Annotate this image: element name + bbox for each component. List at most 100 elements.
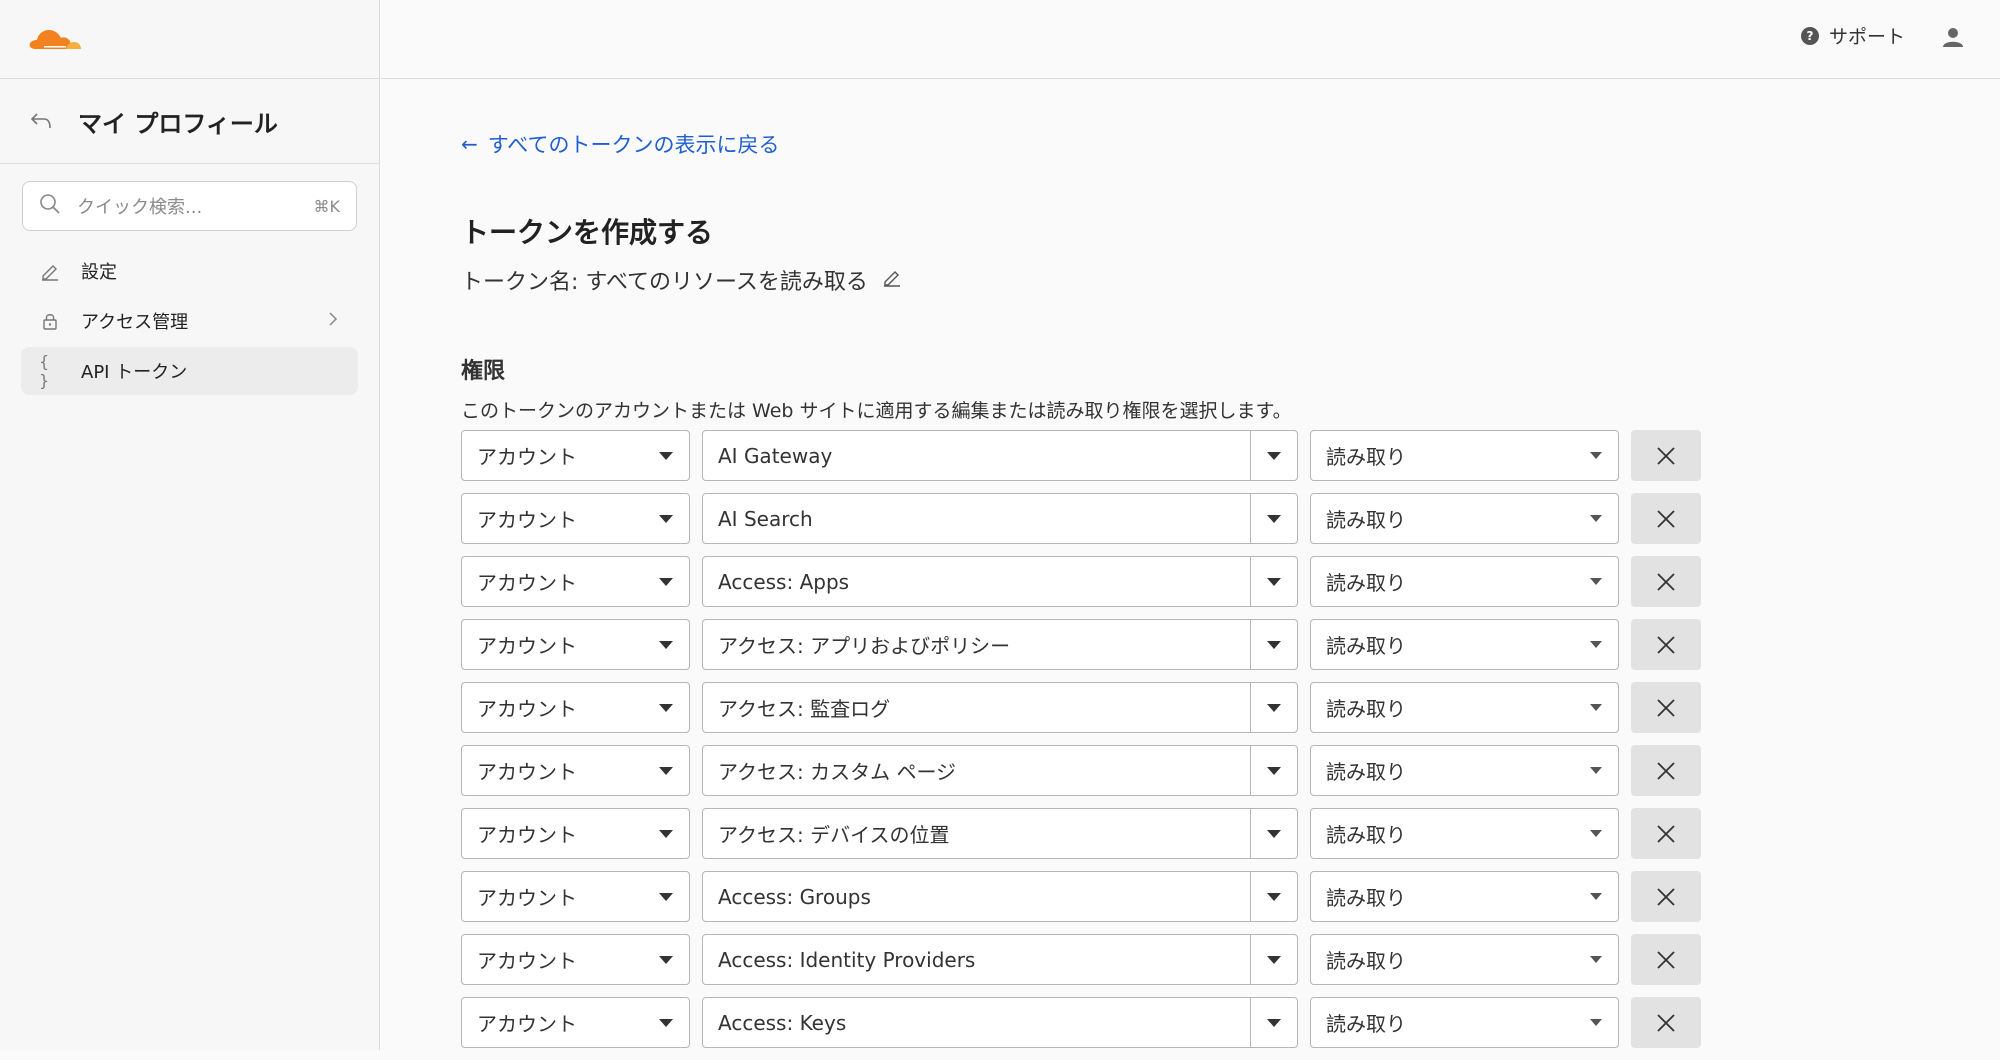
- caret-down-icon: [1590, 452, 1602, 459]
- remove-row-button[interactable]: [1631, 997, 1701, 1048]
- sidebar-item-api-tokens[interactable]: { } API トークン: [21, 347, 358, 395]
- caret-down-icon: [659, 451, 673, 460]
- resource-dropdown-toggle[interactable]: [1250, 998, 1297, 1047]
- permission-select[interactable]: 読み取り: [1310, 682, 1619, 733]
- permission-value: 読み取り: [1326, 823, 1406, 847]
- caret-down-icon: [659, 640, 673, 649]
- remove-row-button[interactable]: [1631, 934, 1701, 985]
- resource-select[interactable]: アクセス: 監査ログ: [702, 682, 1298, 733]
- permission-select[interactable]: 読み取り: [1310, 619, 1619, 670]
- resource-select[interactable]: アクセス: アプリおよびポリシー: [702, 619, 1298, 670]
- caret-down-icon: [1590, 515, 1602, 522]
- resource-select[interactable]: Access: Apps: [702, 556, 1298, 607]
- close-icon: [1657, 887, 1675, 906]
- remove-row-button[interactable]: [1631, 619, 1701, 670]
- permission-select[interactable]: 読み取り: [1310, 556, 1619, 607]
- resource-dropdown-toggle[interactable]: [1250, 809, 1297, 858]
- sidebar-item-label: アクセス管理: [81, 312, 189, 333]
- back-link-label: すべてのトークンの表示に戻る: [487, 133, 780, 157]
- scope-select[interactable]: アカウント: [461, 682, 690, 733]
- sidebar-item-settings[interactable]: 設定: [21, 247, 358, 295]
- caret-down-icon: [1590, 578, 1602, 585]
- resource-dropdown-toggle[interactable]: [1250, 746, 1297, 795]
- caret-down-icon: [1590, 641, 1602, 648]
- support-link[interactable]: ? サポート: [1800, 22, 1905, 49]
- resource-dropdown-toggle[interactable]: [1250, 557, 1297, 606]
- scope-select[interactable]: アカウント: [461, 745, 690, 796]
- permission-select[interactable]: 読み取り: [1310, 430, 1619, 481]
- resource-dropdown-toggle[interactable]: [1250, 620, 1297, 669]
- search-placeholder: クイック検索...: [77, 197, 203, 218]
- resource-select[interactable]: アクセス: デバイスの位置: [702, 808, 1298, 859]
- resource-dropdown-toggle[interactable]: [1250, 431, 1297, 480]
- scope-select[interactable]: アカウント: [461, 934, 690, 985]
- remove-row-button[interactable]: [1631, 745, 1701, 796]
- caret-down-icon: [1267, 766, 1281, 775]
- resource-value: Access: Keys: [718, 1010, 847, 1035]
- back-to-tokens-link[interactable]: ← すべてのトークンの表示に戻る: [461, 129, 779, 159]
- resource-select[interactable]: AI Gateway: [702, 430, 1298, 481]
- caret-down-icon: [659, 892, 673, 901]
- permission-select[interactable]: 読み取り: [1310, 871, 1619, 922]
- remove-row-button[interactable]: [1631, 871, 1701, 922]
- scope-select[interactable]: アカウント: [461, 808, 690, 859]
- support-label: サポート: [1828, 26, 1905, 48]
- sidebar-item-label: 設定: [81, 262, 117, 283]
- remove-row-button[interactable]: [1631, 682, 1701, 733]
- scope-select[interactable]: アカウント: [461, 997, 690, 1048]
- resource-dropdown-toggle[interactable]: [1250, 872, 1297, 921]
- scope-select[interactable]: アカウント: [461, 493, 690, 544]
- caret-down-icon: [1590, 767, 1602, 774]
- resource-dropdown-toggle[interactable]: [1250, 494, 1297, 543]
- remove-row-button[interactable]: [1631, 808, 1701, 859]
- scope-value: アカウント: [477, 697, 577, 721]
- scope-value: アカウント: [477, 823, 577, 847]
- scope-select[interactable]: アカウント: [461, 619, 690, 670]
- search-icon: [39, 193, 61, 219]
- remove-row-button[interactable]: [1631, 556, 1701, 607]
- permission-select[interactable]: 読み取り: [1310, 745, 1619, 796]
- logo-bar: [0, 0, 379, 79]
- quick-search-input[interactable]: クイック検索... ⌘K: [22, 181, 357, 231]
- permission-value: 読み取り: [1326, 508, 1406, 532]
- resource-select[interactable]: AI Search: [702, 493, 1298, 544]
- resource-select[interactable]: Access: Keys: [702, 997, 1298, 1048]
- resource-dropdown-toggle[interactable]: [1250, 935, 1297, 984]
- scope-select[interactable]: アカウント: [461, 430, 690, 481]
- back-arrow-icon[interactable]: [28, 108, 54, 134]
- top-bar: ? サポート: [381, 0, 2000, 79]
- scope-value: アカウント: [477, 1012, 577, 1036]
- user-icon[interactable]: [1942, 26, 1964, 48]
- remove-row-button[interactable]: [1631, 430, 1701, 481]
- permission-row: アカウント Access: Identity Providers 読み取り: [461, 934, 1701, 985]
- resource-select[interactable]: Access: Identity Providers: [702, 934, 1298, 985]
- edit-icon[interactable]: [882, 267, 902, 293]
- remove-row-button[interactable]: [1631, 493, 1701, 544]
- scope-select[interactable]: アカウント: [461, 871, 690, 922]
- permission-select[interactable]: 読み取り: [1310, 934, 1619, 985]
- chevron-right-icon: [328, 311, 338, 332]
- scope-select[interactable]: アカウント: [461, 556, 690, 607]
- permission-select[interactable]: 読み取り: [1310, 997, 1619, 1048]
- braces-icon: { }: [39, 352, 50, 390]
- permission-value: 読み取り: [1326, 760, 1406, 784]
- close-icon: [1657, 1013, 1675, 1032]
- resource-select[interactable]: アクセス: カスタム ページ: [702, 745, 1298, 796]
- permission-row: アカウント アクセス: 監査ログ 読み取り: [461, 682, 1701, 733]
- permission-row: アカウント Access: Groups 読み取り: [461, 871, 1701, 922]
- caret-down-icon: [1267, 892, 1281, 901]
- caret-down-icon: [659, 829, 673, 838]
- caret-down-icon: [1590, 830, 1602, 837]
- permission-select[interactable]: 読み取り: [1310, 808, 1619, 859]
- caret-down-icon: [1267, 703, 1281, 712]
- sidebar-item-access-management[interactable]: アクセス管理: [21, 297, 358, 345]
- scope-value: アカウント: [477, 571, 577, 595]
- resource-dropdown-toggle[interactable]: [1250, 683, 1297, 732]
- permission-value: 読み取り: [1326, 1012, 1406, 1036]
- cloudflare-logo[interactable]: [26, 25, 82, 53]
- caret-down-icon: [1590, 956, 1602, 963]
- permission-select[interactable]: 読み取り: [1310, 493, 1619, 544]
- resource-select[interactable]: Access: Groups: [702, 871, 1298, 922]
- scope-value: アカウント: [477, 886, 577, 910]
- caret-down-icon: [659, 766, 673, 775]
